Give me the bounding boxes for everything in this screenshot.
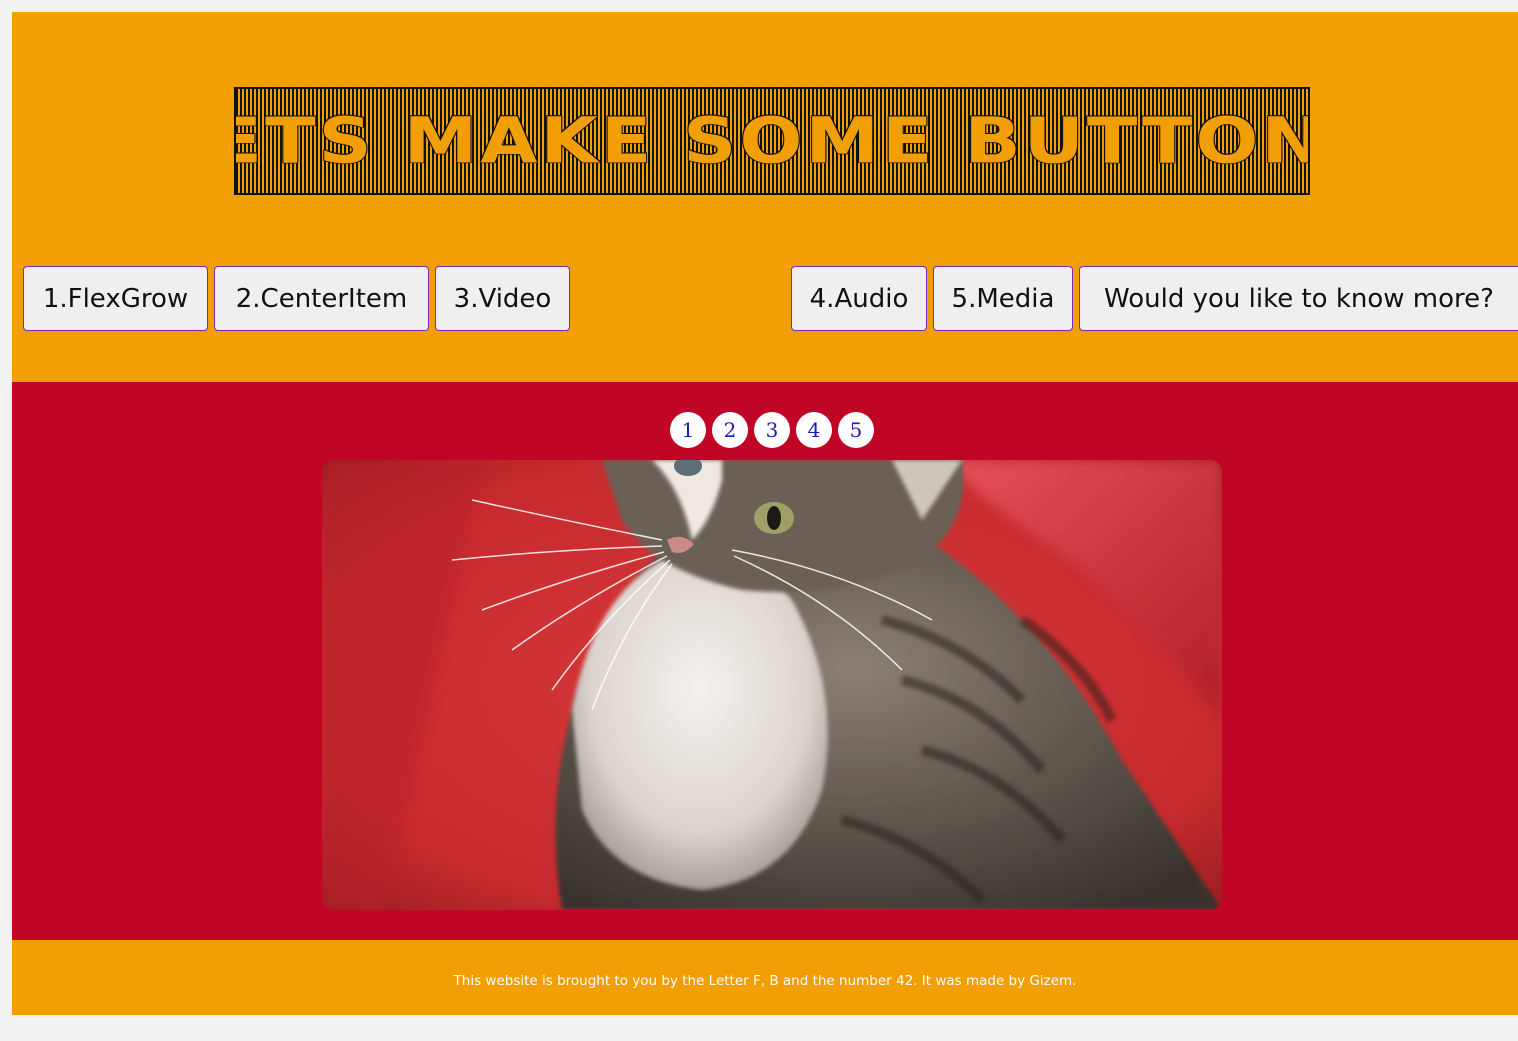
slide-pagination: 1 2 3 4 5 (670, 412, 874, 448)
site-footer: This website is brought to you by the Le… (12, 940, 1518, 1015)
centeritem-button[interactable]: 2.CenterItem (214, 266, 429, 331)
title-banner: LETS MAKE SOME BUTTONS (234, 87, 1310, 195)
kitten-image (322, 460, 1222, 910)
site-header: LETS MAKE SOME BUTTONS 1.FlexGrow 2.Cent… (12, 12, 1518, 382)
media-button[interactable]: 5.Media (933, 266, 1073, 331)
kitten-photo (322, 460, 1222, 910)
slide-dot-3[interactable]: 3 (754, 412, 790, 448)
slide-dot-1[interactable]: 1 (670, 412, 706, 448)
slide-dot-2[interactable]: 2 (712, 412, 748, 448)
gallery-section: 1 2 3 4 5 (12, 382, 1518, 940)
footer-credits: This website is brought to you by the Le… (453, 972, 1077, 989)
slide-dot-5[interactable]: 5 (838, 412, 874, 448)
page-title: LETS MAKE SOME BUTTONS (236, 104, 1308, 178)
know-more-button[interactable]: Would you like to know more? (1079, 266, 1518, 331)
page: LETS MAKE SOME BUTTONS 1.FlexGrow 2.Cent… (12, 12, 1518, 1015)
slide-dot-4[interactable]: 4 (796, 412, 832, 448)
audio-button[interactable]: 4.Audio (791, 266, 927, 331)
flexgrow-button[interactable]: 1.FlexGrow (23, 266, 208, 331)
video-button[interactable]: 3.Video (435, 266, 570, 331)
